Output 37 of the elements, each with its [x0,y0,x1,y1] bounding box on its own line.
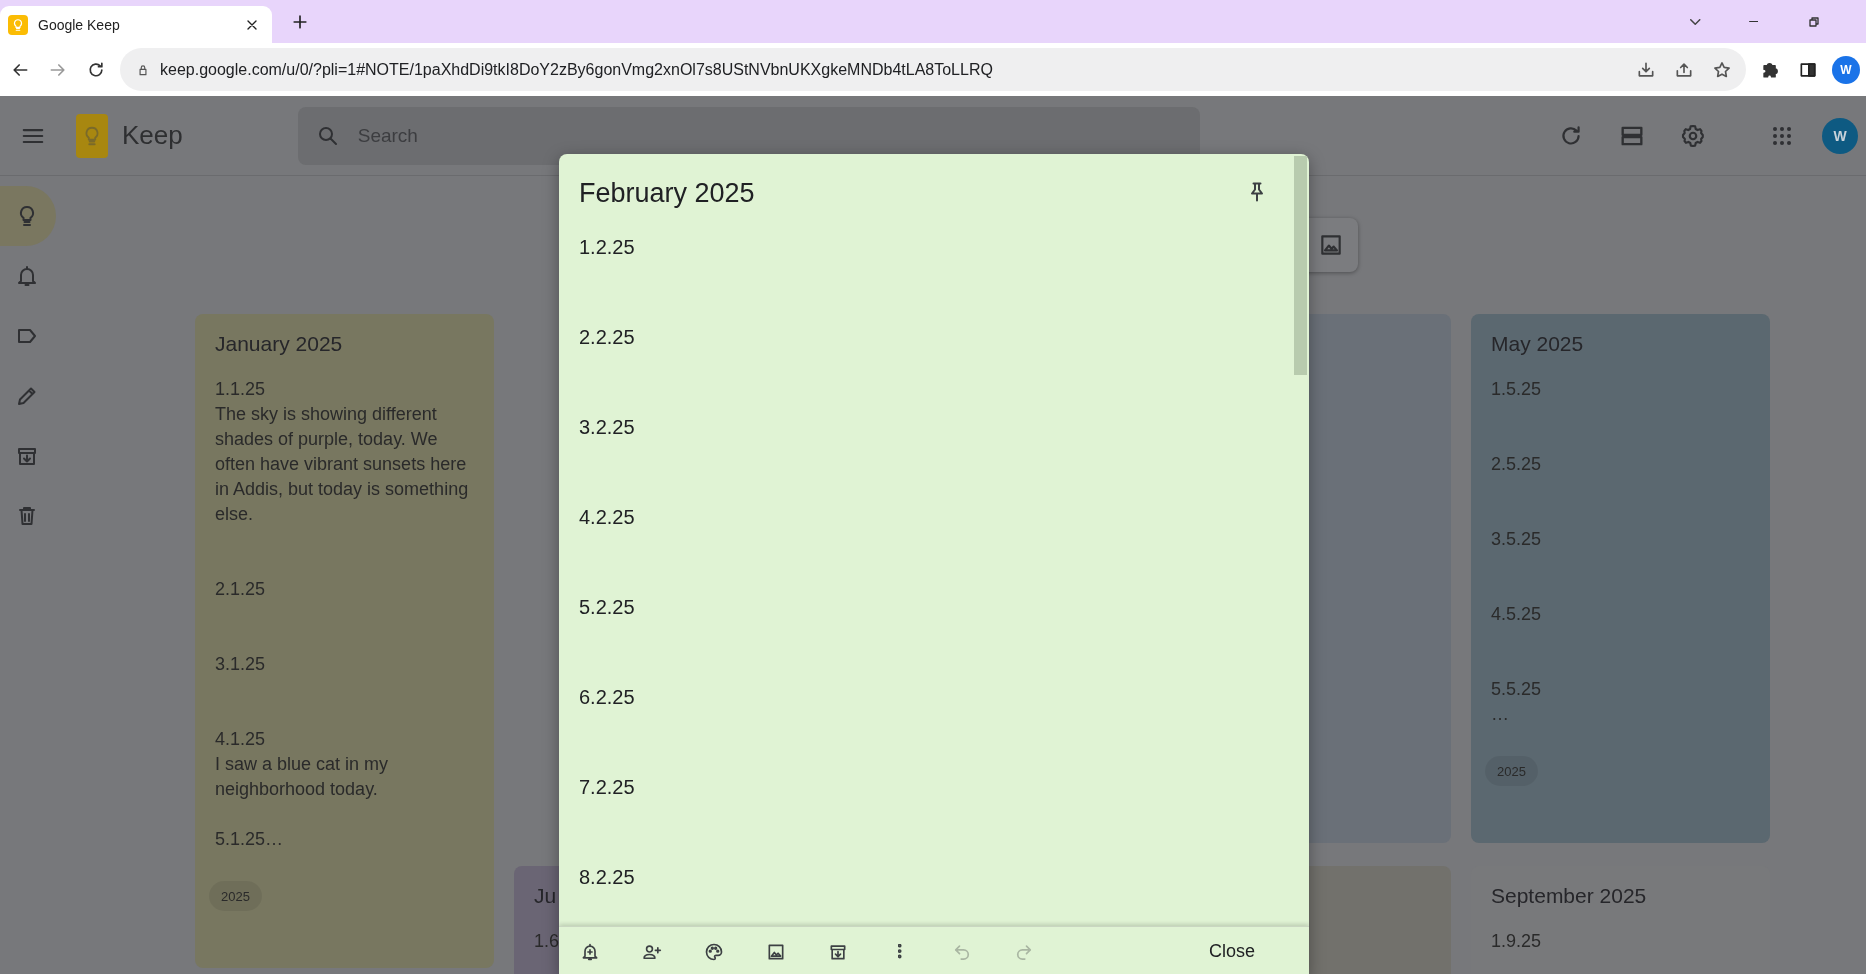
address-bar[interactable]: keep.google.com/u/0/?pli=1#NOTE/1paXhdDi9tkI8DoY2zBy6gonVmg2xnOl7s8UStNVbnUKXgkeMNDb4tLA8ToLLRQ [120,48,1746,91]
new-image-note-button[interactable] [1318,232,1344,258]
star-icon [1712,59,1732,80]
note-label[interactable]: 2025 [1485,756,1538,786]
browser-tab[interactable]: Google Keep [0,6,272,43]
scrollbar[interactable] [1294,156,1307,375]
note-text: 1.6 [534,930,560,953]
note-card[interactable]: May 2025 1.5.25 2.5.25 3.5.25 4.5.25 5.5.25 … 2025 [1471,314,1770,843]
dialog-title: February 2025 [579,177,755,210]
image-icon [1318,232,1344,258]
note-title: May 2025 [1491,332,1584,356]
more-icon [898,944,902,959]
note-text: 1.2.25 2.2.25 3.2.25 4.2.25 5.2.25 6.2.25 7.2.25 8.2.25 [579,235,636,890]
profile-avatar[interactable]: W [1832,55,1860,84]
note-title: January 2025 [215,332,343,356]
bell-plus-icon [580,941,600,962]
note-card[interactable] [195,314,494,968]
note-text: 1.5.25 2.5.25 3.5.25 4.5.25 5.5.25 … [1491,378,1542,726]
minimize-icon [1748,20,1758,23]
sidebar-item[interactable] [0,186,56,246]
url-text: keep.google.com/u/0/?pli=1#NOTE/1paXhdDi9tkI8DoY2zBy6gonVmg2xnOl7s8UStNVbnUKXgkeMNDb4tLA8ToLLRQ [160,60,994,79]
note-text: 1.1.25 The sky is showing different shades of purple, today. We often have vibrant sunsets here in Addis, but today is something else. 2.1.25 3.1.25 4.1.25 I saw a blue cat in my neighborhood today. 5.1.25… [215,378,470,851]
note-label[interactable]: 2025 [209,881,262,911]
palette-icon [704,941,724,962]
settings-icon [1680,122,1706,149]
lock-icon [136,62,150,77]
bell-icon [15,264,39,288]
account-avatar[interactable]: W [1822,117,1858,154]
note-title: September 2025 [1491,884,1647,908]
tab-title: Google Keep [38,16,121,33]
close-button[interactable]: Close [1184,931,1279,972]
chevron-icon [1690,18,1701,25]
note-text: 1.9.25 [1491,930,1542,953]
app-name: Keep [122,120,183,151]
favicon-icon [8,14,28,35]
note-title: Ju [534,884,557,908]
logo-icon [76,113,108,158]
